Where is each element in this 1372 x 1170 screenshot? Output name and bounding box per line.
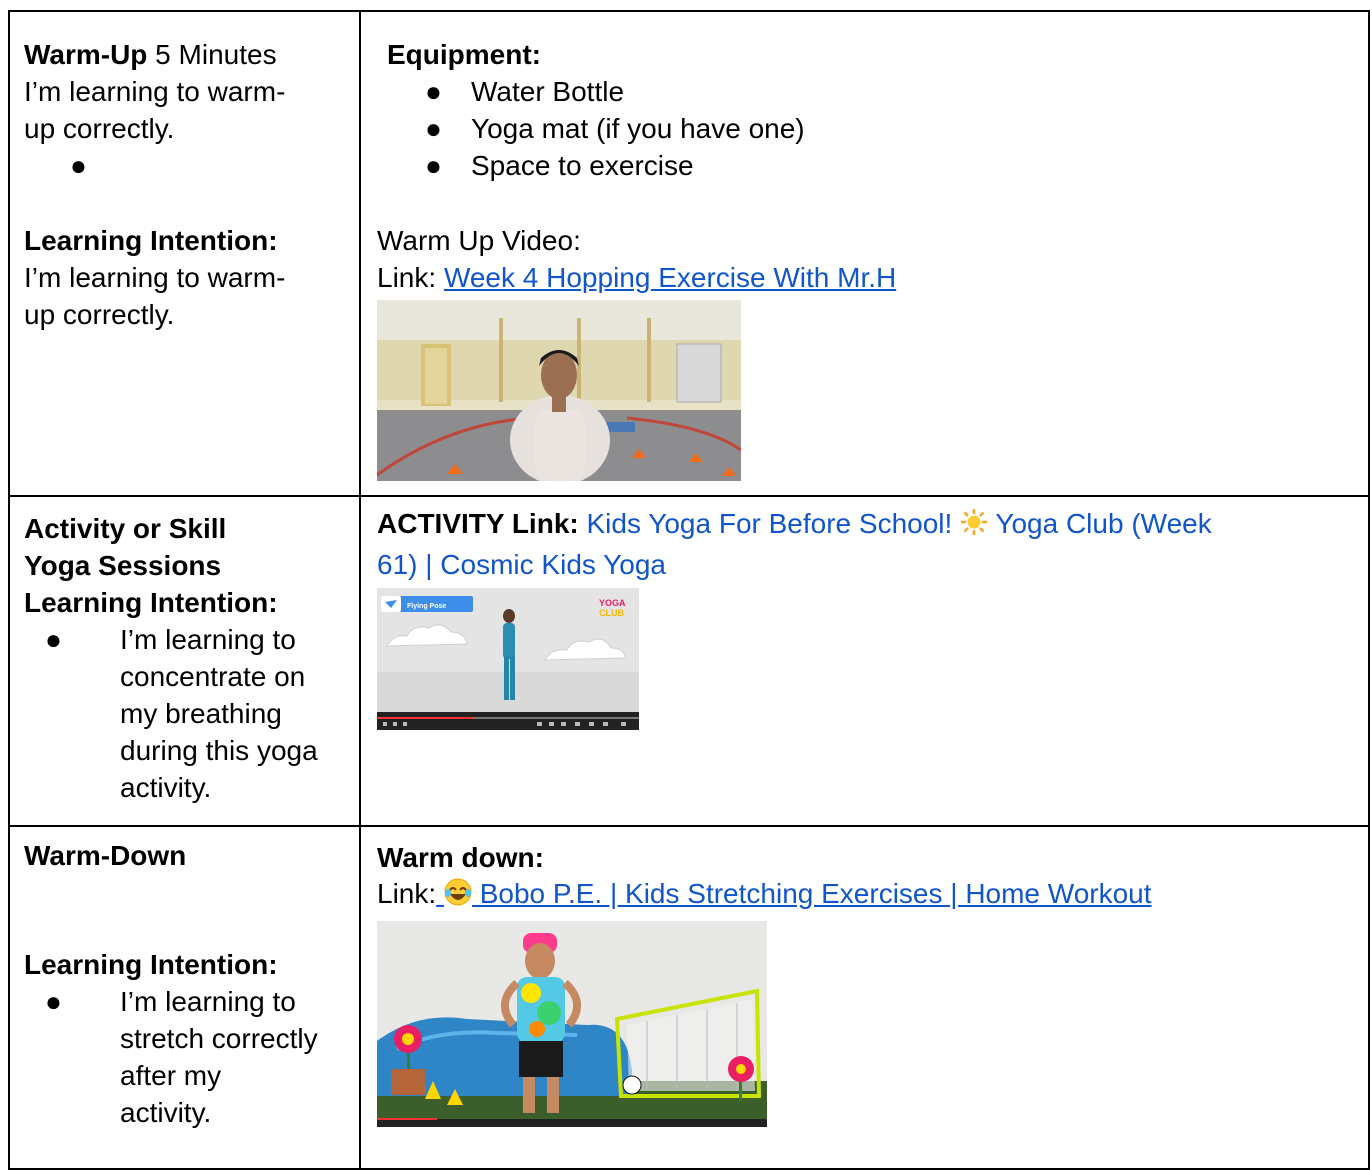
activity-left-cell: Activity or Skill Yoga Sessions Learning… xyxy=(8,495,361,827)
sun-icon xyxy=(960,508,988,546)
warm-up-duration: 5 Minutes xyxy=(147,39,277,70)
warm-down-label: Warm down: xyxy=(377,842,544,873)
activity-video-link[interactable]: Kids Yoga For Before School! Yoga Club (… xyxy=(579,508,1211,539)
link-prefix: Link: xyxy=(377,878,437,909)
warm-down-video-thumbnail[interactable] xyxy=(377,921,767,1127)
warm-down-left-cell: Warm-Down Learning Intention: ● I’m lear… xyxy=(8,825,361,1170)
list-item: ● I’m learning to concentrate on my brea… xyxy=(24,621,345,806)
warm-up-video-link[interactable]: Week 4 Hopping Exercise With Mr.H xyxy=(444,262,896,293)
thumb-logo-bottom: CLUB xyxy=(599,608,624,618)
warm-up-video-label: Warm Up Video: xyxy=(377,225,581,256)
equipment-list: ● Water Bottle ● Yoga mat (if you have one… xyxy=(377,73,1354,184)
thumb-badge-text: Flying Pose xyxy=(407,603,446,610)
learning-intention-title: Learning Intention: xyxy=(24,587,278,618)
learning-intention-title: Learning Intention: xyxy=(24,225,278,256)
thumb-logo-top: YOGA xyxy=(599,598,626,608)
list-item: ● Space to exercise xyxy=(425,150,694,181)
learning-intention-title: Learning Intention: xyxy=(24,949,278,980)
warm-up-video-thumbnail[interactable] xyxy=(377,300,741,481)
learning-intention-line1: I’m learning to warm- xyxy=(24,262,286,293)
activity-title: Activity or Skill xyxy=(24,513,227,544)
table-row-warm-up: Warm-Up 5 Minutes I’m learning to warm- … xyxy=(8,10,1370,497)
warm-up-text-line1: I’m learning to warm- xyxy=(24,76,286,107)
list-item: ● Yoga mat (if you have one) xyxy=(425,113,805,144)
learning-intention-line2: up correctly. xyxy=(24,299,175,330)
warm-up-left-cell: Warm-Up 5 Minutes I’m learning to warm- … xyxy=(8,10,361,497)
activity-link-label: ACTIVITY Link: xyxy=(377,508,579,539)
activity-right-cell: ACTIVITY Link: Kids Yoga For Before Scho… xyxy=(359,495,1370,827)
bullet: ● xyxy=(45,624,62,655)
activity-video-thumbnail[interactable]: Flying Pose YOGA CLUB xyxy=(377,588,639,730)
laughing-face-icon xyxy=(444,878,472,915)
warm-up-right-cell: Equipment: ● Water Bottle ● Yoga mat (if y… xyxy=(359,10,1370,497)
lesson-plan-table: Warm-Up 5 Minutes I’m learning to warm- … xyxy=(8,10,1370,1170)
link-prefix: Link: xyxy=(377,262,444,293)
empty-bullet: ● xyxy=(70,150,87,181)
table-row-warm-down: Warm-Down Learning Intention: ● I’m lear… xyxy=(8,825,1370,1170)
warm-up-heading: Warm-Up xyxy=(24,39,148,70)
warm-down-title: Warm-Down xyxy=(24,840,187,871)
activity-subtitle: Yoga Sessions xyxy=(24,550,222,581)
list-item: ● I’m learning to stretch correctly afte… xyxy=(24,983,345,1131)
warm-up-text-line2: up correctly. xyxy=(24,113,175,144)
equipment-label: Equipment: xyxy=(387,39,541,70)
list-item: ● Water Bottle xyxy=(425,76,625,107)
table-row-activity: Activity or Skill Yoga Sessions Learning… xyxy=(8,495,1370,827)
warm-down-right-cell: Warm down: Link: Bobo P.E. | Kids Stretc… xyxy=(359,825,1370,1170)
warm-down-video-link[interactable]: Bobo P.E. | Kids Stretching Exercises | … xyxy=(436,878,1152,909)
activity-video-link-cont[interactable]: 61) | Cosmic Kids Yoga xyxy=(377,549,666,580)
bullet: ● xyxy=(45,986,62,1017)
